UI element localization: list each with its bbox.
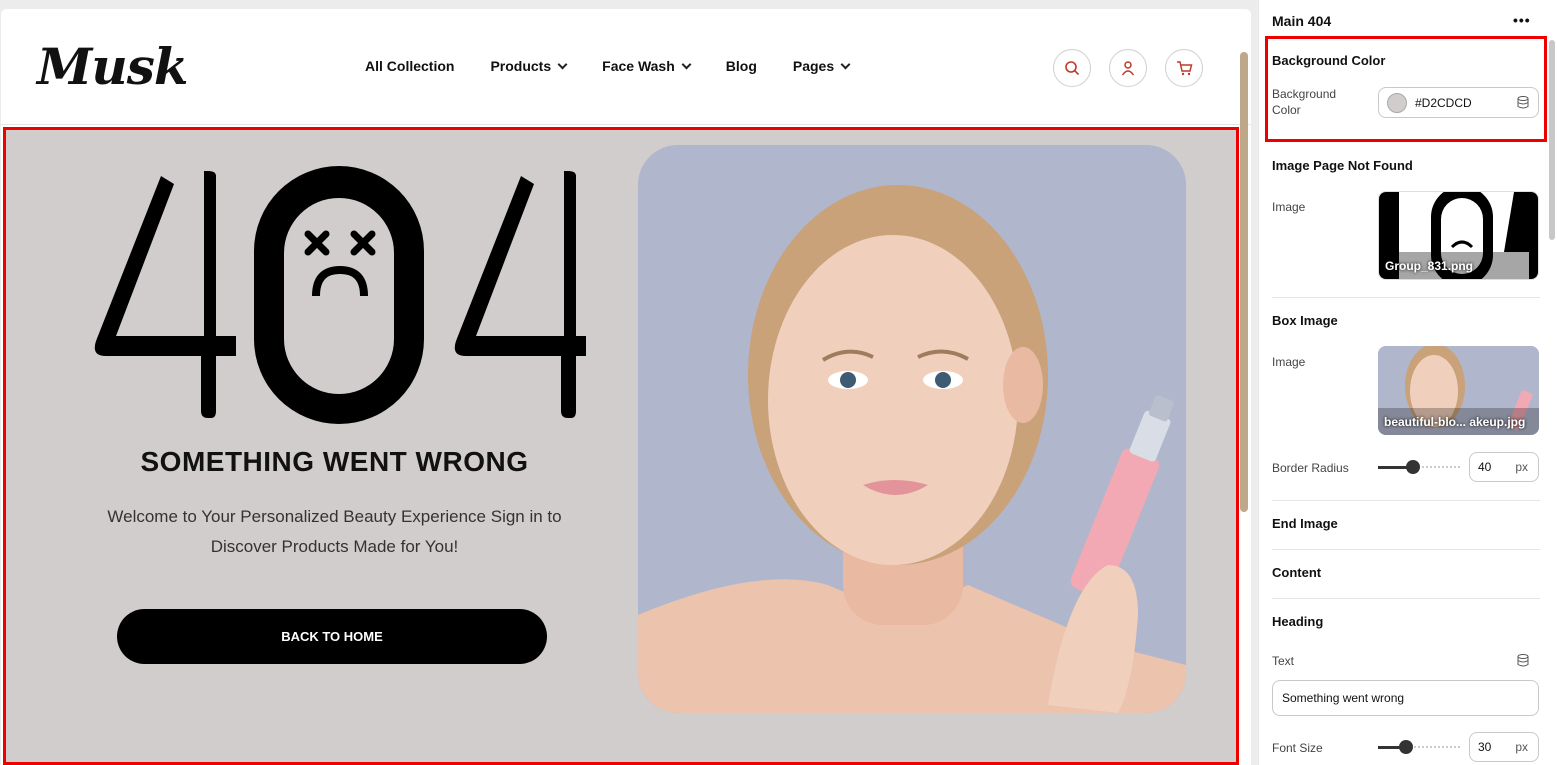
slider-handle[interactable] xyxy=(1399,740,1413,754)
image-404-thumbnail[interactable]: Group_831.png xyxy=(1378,191,1539,280)
search-icon xyxy=(1065,61,1080,76)
more-options-icon[interactable]: ••• xyxy=(1513,12,1531,28)
woman-with-serum-image xyxy=(638,145,1186,713)
font-size-slider[interactable] xyxy=(1378,740,1462,754)
site-logo[interactable]: Musk xyxy=(37,37,188,96)
slider-handle[interactable] xyxy=(1406,460,1420,474)
section-background-color[interactable]: Background Color xyxy=(1272,53,1385,68)
nav-label: All Collection xyxy=(365,58,455,74)
background-color-field[interactable]: #D2CDCD xyxy=(1378,87,1539,118)
chevron-down-icon xyxy=(557,59,568,69)
section-image-page-not-found[interactable]: Image Page Not Found xyxy=(1272,158,1413,173)
font-size-value: 30 xyxy=(1478,740,1492,754)
font-size-label: Font Size xyxy=(1272,741,1323,755)
cart-button[interactable] xyxy=(1165,49,1203,87)
header-icons xyxy=(1053,49,1203,87)
nav-pages[interactable]: Pages xyxy=(792,58,851,74)
hero-404-section[interactable]: SOMETHING WENT WRONG Welcome to Your Per… xyxy=(3,127,1239,765)
image-label: Image xyxy=(1272,200,1306,214)
nav-label: Products xyxy=(490,58,552,74)
panel-title: Main 404 xyxy=(1272,13,1332,29)
slider-track xyxy=(1414,466,1460,469)
site-preview: Musk All Collection Products Face Wash B… xyxy=(1,9,1251,765)
nav-face-wash[interactable]: Face Wash xyxy=(602,58,692,74)
box-image-thumbnail[interactable]: beautiful-blo... akeup.jpg xyxy=(1378,346,1539,435)
account-button[interactable] xyxy=(1109,49,1147,87)
border-radius-value: 40 xyxy=(1478,460,1492,474)
site-header: Musk All Collection Products Face Wash B… xyxy=(1,9,1251,125)
section-content[interactable]: Content xyxy=(1272,565,1321,580)
nav-all-collection[interactable]: All Collection xyxy=(365,58,454,74)
box-image-filename: beautiful-blo... akeup.jpg xyxy=(1384,415,1526,429)
back-to-home-button[interactable]: BACK TO HOME xyxy=(117,609,547,664)
nav-label: Pages xyxy=(792,58,835,74)
user-icon xyxy=(1121,61,1135,76)
nav-label: Blog xyxy=(725,58,757,74)
font-size-unit: px xyxy=(1515,740,1528,754)
border-radius-slider[interactable] xyxy=(1378,460,1462,474)
font-size-input[interactable]: 30 px xyxy=(1469,732,1539,762)
settings-panel: Main 404 ••• Background Color Background… xyxy=(1258,0,1557,765)
section-box-image[interactable]: Box Image xyxy=(1272,313,1338,328)
illustration-404 xyxy=(94,166,586,424)
nav-label: Face Wash xyxy=(602,58,675,74)
database-icon[interactable] xyxy=(1517,654,1529,667)
nav-blog[interactable]: Blog xyxy=(726,58,757,74)
border-radius-label: Border Radius xyxy=(1272,461,1349,475)
search-button[interactable] xyxy=(1053,49,1091,87)
heading-text-input[interactable]: Something went wrong xyxy=(1272,680,1539,716)
database-icon[interactable] xyxy=(1517,96,1529,109)
divider xyxy=(1272,549,1540,550)
section-end-image[interactable]: End Image xyxy=(1272,516,1338,531)
hero-photo xyxy=(638,145,1186,713)
color-value: #D2CDCD xyxy=(1415,95,1472,110)
box-image-label: Image xyxy=(1272,355,1306,369)
slider-track xyxy=(1406,746,1460,749)
divider xyxy=(1272,598,1540,599)
heading-text-label: Text xyxy=(1272,654,1295,668)
divider xyxy=(1272,297,1540,298)
border-radius-input[interactable]: 40 px xyxy=(1469,452,1539,482)
background-color-label: Background Color xyxy=(1272,87,1337,117)
color-swatch[interactable] xyxy=(1387,92,1407,113)
editor-canvas: Musk All Collection Products Face Wash B… xyxy=(0,0,1257,765)
section-heading[interactable]: Heading xyxy=(1272,614,1323,629)
panel-scrollbar[interactable] xyxy=(1549,40,1555,240)
error-heading: SOMETHING WENT WRONG xyxy=(140,446,529,477)
chevron-down-icon xyxy=(681,59,692,69)
cart-icon xyxy=(1176,61,1192,76)
error-description: Welcome to Your Personalized Beauty Expe… xyxy=(107,507,562,556)
chevron-down-icon xyxy=(840,59,851,69)
divider xyxy=(1272,500,1540,501)
image-filename: Group_831.png xyxy=(1385,259,1474,273)
main-nav: All Collection Products Face Wash Blog P… xyxy=(365,58,851,74)
nav-products[interactable]: Products xyxy=(490,58,568,74)
preview-scrollbar[interactable] xyxy=(1240,52,1248,512)
border-radius-unit: px xyxy=(1515,460,1528,474)
